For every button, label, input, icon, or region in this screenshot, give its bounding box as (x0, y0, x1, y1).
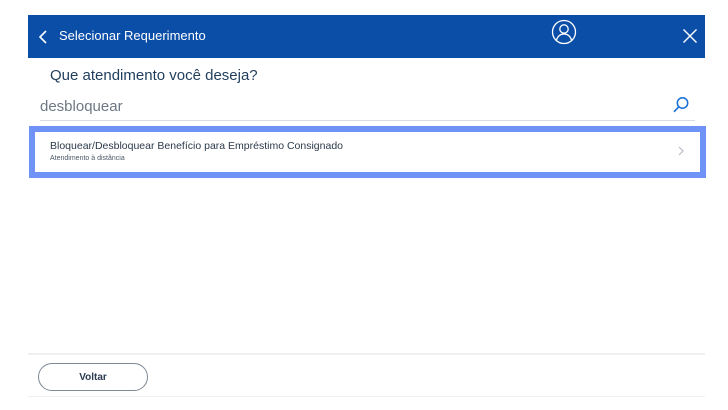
search-input[interactable] (40, 93, 650, 119)
chevron-right-icon (676, 143, 686, 159)
bottom-divider (28, 396, 705, 397)
result-title: Bloquear/Desbloquear Benefício para Empr… (50, 140, 344, 152)
close-button[interactable] (678, 24, 702, 48)
user-avatar-icon (551, 19, 577, 45)
close-icon (683, 29, 697, 43)
result-selection-highlight: Bloquear/Desbloquear Benefício para Empr… (29, 126, 706, 178)
search-icon (673, 97, 689, 113)
header-bar: Selecionar Requerimento (28, 15, 705, 58)
search-button[interactable] (671, 95, 691, 115)
page-question: Que atendimento você deseja? (50, 67, 258, 84)
chevron-left-icon (38, 30, 47, 44)
app-window: Selecionar Requerimento Que atendimento … (0, 0, 728, 410)
header-title: Selecionar Requerimento (59, 28, 206, 43)
voltar-button[interactable]: Voltar (38, 363, 148, 391)
back-arrow-button[interactable] (32, 22, 54, 52)
search-bar (40, 93, 695, 121)
result-list-item[interactable]: Bloquear/Desbloquear Benefício para Empr… (35, 132, 700, 172)
user-avatar-button[interactable] (550, 18, 578, 46)
footer-divider (28, 353, 705, 355)
result-subtitle: Atendimento à distância (50, 155, 125, 162)
